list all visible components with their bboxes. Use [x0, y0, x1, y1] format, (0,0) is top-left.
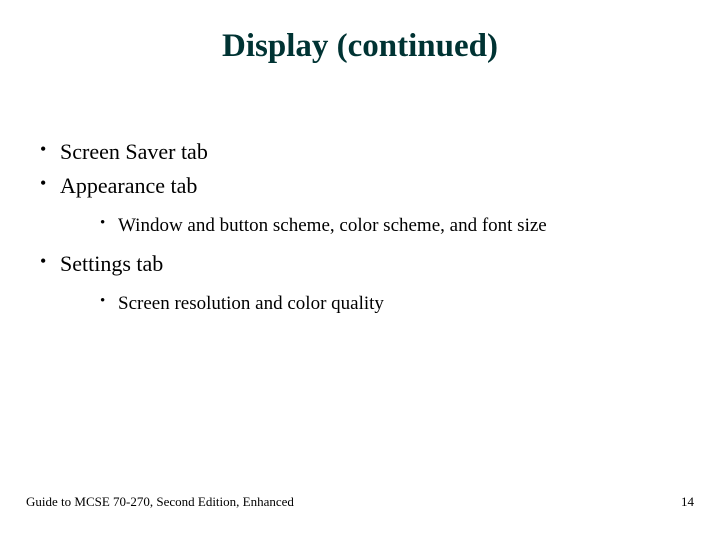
slide-title: Display (continued): [20, 28, 700, 65]
sub-bullet-text: Screen resolution and color quality: [118, 293, 384, 314]
bullet-text: Settings tab: [60, 251, 163, 276]
bullet-item: Screen Saver tab: [36, 139, 700, 165]
sub-bullet-item: Screen resolution and color quality: [96, 293, 700, 315]
slide-footer: Guide to MCSE 70-270, Second Edition, En…: [26, 494, 694, 510]
slide: Display (continued) Screen Saver tab App…: [0, 0, 720, 540]
page-number: 14: [681, 494, 694, 510]
bullet-item: Appearance tab Window and button scheme,…: [36, 173, 700, 237]
sub-bullet-text: Window and button scheme, color scheme, …: [118, 215, 547, 236]
bullet-item: Settings tab Screen resolution and color…: [36, 251, 700, 315]
bullet-list: Screen Saver tab Appearance tab Window a…: [36, 139, 700, 315]
bullet-text: Screen Saver tab: [60, 139, 208, 164]
footer-left-text: Guide to MCSE 70-270, Second Edition, En…: [26, 494, 294, 510]
slide-content: Screen Saver tab Appearance tab Window a…: [20, 139, 700, 315]
sub-bullet-list: Screen resolution and color quality: [60, 293, 700, 315]
sub-bullet-item: Window and button scheme, color scheme, …: [96, 215, 700, 237]
sub-bullet-list: Window and button scheme, color scheme, …: [60, 215, 700, 237]
bullet-text: Appearance tab: [60, 173, 197, 198]
